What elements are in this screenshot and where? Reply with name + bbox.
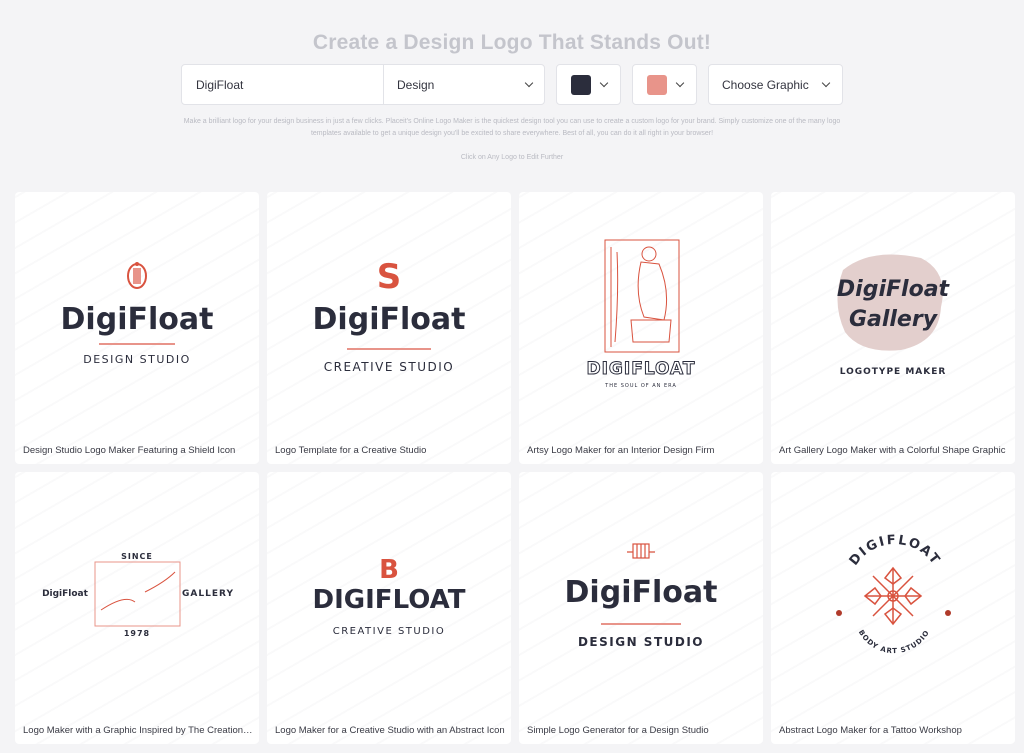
logo-card[interactable]: S DigiFloat CREATIVE STUDIO Logo Templat… xyxy=(267,192,511,464)
card-caption: Artsy Logo Maker for an Interior Design … xyxy=(527,445,715,456)
logo-preview: DigiFloat Gallery LOGOTYPE MAKER xyxy=(837,254,951,377)
card-caption: Abstract Logo Maker for a Tattoo Worksho… xyxy=(779,725,962,736)
logo-card[interactable]: DIGIFLOAT BODY ART STUDIO Abstract Logo … xyxy=(771,472,1015,744)
logo-name: DIGIFLOAT xyxy=(313,585,466,615)
logo-year: 1978 xyxy=(124,629,150,638)
brush-shape-icon xyxy=(837,254,943,351)
logo-preview: SINCE DigiFloat GALLERY 1978 xyxy=(42,552,234,638)
logo-sub: CREATIVE STUDIO xyxy=(324,360,455,374)
logo-sub: DESIGN STUDIO xyxy=(83,353,191,366)
card-caption: Logo Maker for a Creative Studio with an… xyxy=(275,725,505,736)
hint-text: Click on Any Logo to Edit Further xyxy=(460,154,564,161)
category-value: Design xyxy=(397,77,435,92)
logo-preview: S DigiFloat CREATIVE STUDIO xyxy=(313,257,466,374)
card-caption: Logo Template for a Creative Studio xyxy=(275,445,427,456)
logo-name: DigiFloat xyxy=(61,302,214,337)
card-caption: Art Gallery Logo Maker with a Colorful S… xyxy=(779,445,1006,456)
card-caption: Logo Maker with a Graphic Inspired by Th… xyxy=(23,725,253,736)
logo-name: DIGIFLOAT xyxy=(587,359,696,379)
color-picker-primary[interactable] xyxy=(556,64,621,105)
color-swatch-secondary xyxy=(646,74,667,95)
choose-graphic-label: Choose Graphic xyxy=(722,77,809,92)
logo-name: DigiFloat xyxy=(313,302,466,337)
logo-sub: LOGOTYPE MAKER xyxy=(840,367,947,377)
mandala-icon xyxy=(863,566,923,626)
svg-text:Gallery: Gallery xyxy=(849,307,939,332)
logo-card[interactable]: DigiFloat DESIGN STUDIO Simple Logo Gene… xyxy=(519,472,763,744)
logo-card[interactable]: DigiFloat DESIGN STUDIO Design Studio Lo… xyxy=(15,192,259,464)
page-title: Create a Design Logo That Stands Out! xyxy=(312,31,712,54)
logo-top: SINCE xyxy=(121,552,153,561)
logo-sub: GALLERY xyxy=(182,589,234,599)
b-monogram-icon: B xyxy=(379,555,399,585)
category-select[interactable]: Design xyxy=(383,64,545,105)
card-caption: Simple Logo Generator for a Design Studi… xyxy=(527,725,709,736)
logo-name: DIGIFLOAT xyxy=(847,533,944,569)
chevron-down-icon xyxy=(599,78,608,88)
logo-sub: THE SOUL OF AN ERA xyxy=(604,383,677,389)
logo-sub: DESIGN STUDIO xyxy=(578,635,704,649)
logo-name: DigiFloat xyxy=(837,277,951,302)
logo-sub: CREATIVE STUDIO xyxy=(333,626,446,637)
chevron-down-icon xyxy=(675,78,684,88)
logo-preview: DIGIFLOAT BODY ART STUDIO xyxy=(836,533,951,656)
logo-card[interactable]: DIGIFLOAT THE SOUL OF AN ERA Artsy Logo … xyxy=(519,192,763,464)
logo-sub: BODY ART STUDIO xyxy=(857,629,931,656)
choose-graphic-select[interactable]: Choose Graphic xyxy=(708,64,843,105)
color-picker-secondary[interactable] xyxy=(632,64,697,105)
logo-card[interactable]: DigiFloat Gallery LOGOTYPE MAKER Art Gal… xyxy=(771,192,1015,464)
logo-card[interactable]: SINCE DigiFloat GALLERY 1978 Logo Maker … xyxy=(15,472,259,744)
logo-preview: DigiFloat DESIGN STUDIO xyxy=(61,262,214,366)
s-monogram-icon: S xyxy=(377,257,402,297)
description-text: Make a brilliant logo for your design bu… xyxy=(183,118,841,137)
logo-preview: DIGIFLOAT THE SOUL OF AN ERA xyxy=(586,239,696,389)
color-swatch-primary xyxy=(570,74,591,95)
logo-preview: DigiFloat DESIGN STUDIO xyxy=(565,543,718,649)
shield-icon xyxy=(127,262,147,289)
hands-illustration-icon xyxy=(100,571,176,611)
logo-preview: B DIGIFLOAT CREATIVE STUDIO xyxy=(313,555,466,637)
chevron-down-icon xyxy=(821,78,831,88)
logo-name: DigiFloat xyxy=(565,575,718,610)
column-icon xyxy=(627,543,655,559)
logo-name: DigiFloat xyxy=(42,589,89,599)
illustration-icon xyxy=(604,239,680,353)
business-name-input[interactable]: DigiFloat xyxy=(181,64,384,105)
chevron-down-icon xyxy=(524,78,534,88)
card-caption: Design Studio Logo Maker Featuring a Shi… xyxy=(23,445,236,456)
logo-card[interactable]: B DIGIFLOAT CREATIVE STUDIO Logo Maker f… xyxy=(267,472,511,744)
business-name-value: DigiFloat xyxy=(196,77,244,92)
